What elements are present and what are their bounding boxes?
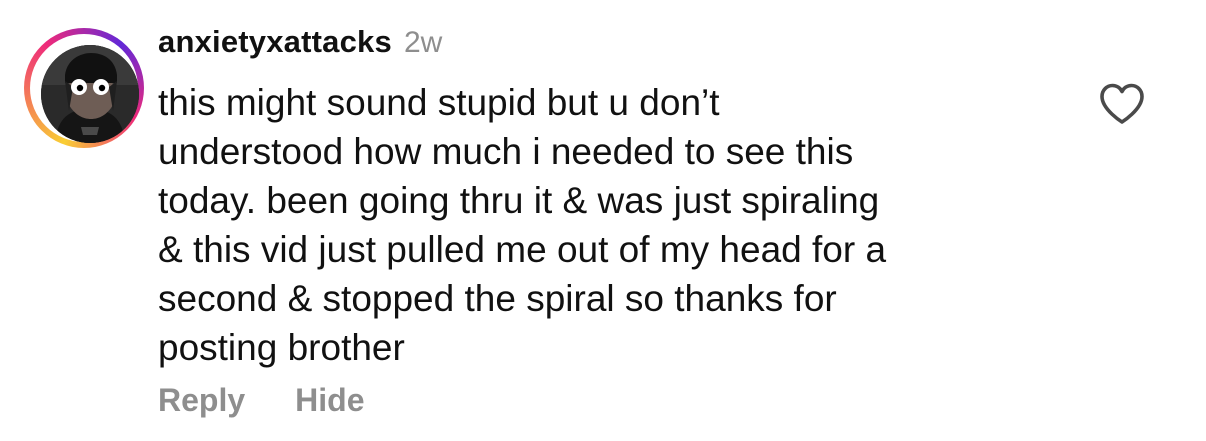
hide-button[interactable]: Hide (295, 382, 364, 419)
comment-item: anxietyxattacks 2w this might sound stup… (0, 0, 1206, 441)
avatar-image (41, 45, 139, 143)
comment-text-line: & this vid just pulled me out of my head… (158, 229, 887, 270)
reply-button[interactable]: Reply (158, 382, 245, 419)
avatar[interactable] (41, 45, 139, 143)
heart-outline-icon (1100, 83, 1144, 124)
comment-actions: Reply Hide (158, 382, 364, 419)
story-ring[interactable] (24, 28, 144, 148)
comment-text-line: second & stopped the spiral so thanks fo… (158, 278, 837, 319)
comment-text-line: this might sound stupid but u don’t (158, 82, 720, 123)
comment-text-line: understood how much i needed to see this (158, 131, 854, 172)
comment-header: anxietyxattacks 2w (158, 24, 442, 64)
username-link[interactable]: anxietyxattacks (158, 24, 392, 60)
comment-text: this might sound stupid but u don’t unde… (158, 78, 1058, 372)
like-button[interactable] (1096, 80, 1148, 128)
comment-text-line: today. been going thru it & was just spi… (158, 180, 880, 221)
comment-timestamp: 2w (403, 26, 443, 59)
comment-text-line: posting brother (158, 327, 405, 368)
